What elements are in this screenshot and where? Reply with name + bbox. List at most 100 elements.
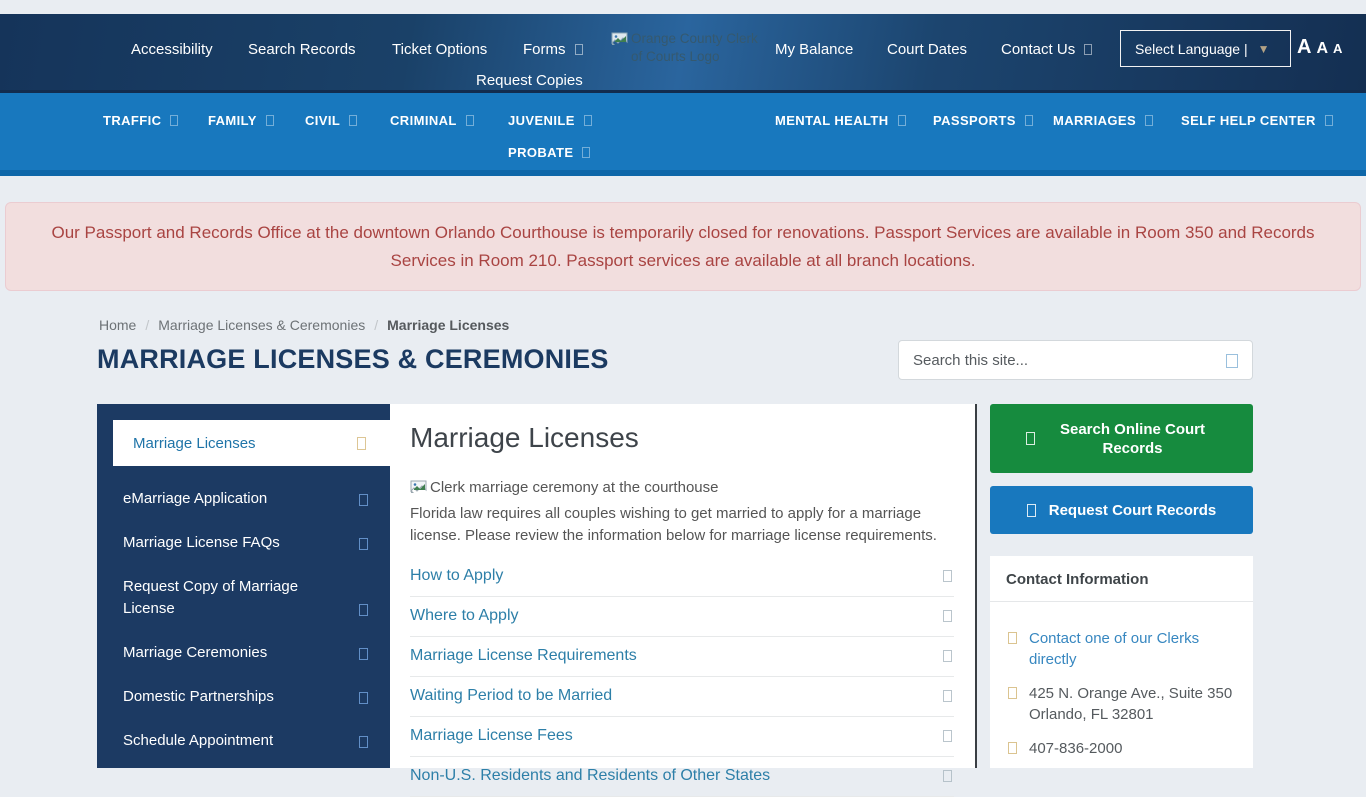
- page-title: MARRIAGE LICENSES & CEREMONIES: [97, 344, 609, 375]
- top-utility-bar: Accessibility Search Records Ticket Opti…: [0, 14, 1366, 93]
- accordion-link[interactable]: Marriage License Fees: [410, 727, 573, 745]
- primary-nav: TRAFFIC FAMILY CIVIL CRIMINAL JUVENILE P…: [0, 93, 1366, 176]
- nav-juvenile-label: JUVENILE: [508, 113, 575, 128]
- nav-search-records[interactable]: Search Records: [248, 41, 356, 58]
- sidebar-item-label: Schedule Appointment: [123, 730, 273, 752]
- nav-traffic-label: TRAFFIC: [103, 113, 161, 128]
- accordion-how-to-apply[interactable]: How to Apply: [410, 557, 954, 597]
- nav-my-balance[interactable]: My Balance: [775, 41, 853, 58]
- contact-information-card: Contact Information Contact one of our C…: [990, 556, 1253, 768]
- nav-traffic[interactable]: TRAFFIC: [103, 113, 178, 128]
- contact-card-header: Contact Information: [990, 556, 1253, 602]
- sidebar-item-emarriage-application[interactable]: eMarriage Application: [97, 488, 390, 510]
- accordion-license-fees[interactable]: Marriage License Fees: [410, 717, 954, 757]
- breadcrumb-parent[interactable]: Marriage Licenses & Ceremonies: [158, 317, 365, 333]
- alert-banner: Our Passport and Records Office at the d…: [5, 202, 1361, 291]
- accordion-non-us-residents[interactable]: Non-U.S. Residents and Residents of Othe…: [410, 757, 954, 797]
- button-label: Search Online Court Records: [1048, 420, 1218, 458]
- accordion-link[interactable]: Non-U.S. Residents and Residents of Othe…: [410, 767, 770, 785]
- nav-court-dates[interactable]: Court Dates: [887, 41, 967, 58]
- contact-address-item: 425 N. Orange Ave., Suite 350Orlando, FL…: [1008, 683, 1239, 725]
- accordion-link[interactable]: Marriage License Requirements: [410, 647, 637, 665]
- nav-passports-label: PASSPORTS: [933, 113, 1016, 128]
- sidebar-item-marriage-ceremonies[interactable]: Marriage Ceremonies: [97, 642, 390, 664]
- expand-icon: [359, 494, 368, 506]
- expand-icon: [943, 610, 952, 622]
- sidebar-item-request-copy[interactable]: Request Copy of Marriage License: [97, 576, 390, 620]
- nav-accessibility[interactable]: Accessibility: [131, 41, 213, 58]
- nav-juvenile[interactable]: JUVENILE: [508, 113, 592, 128]
- sidebar-list: eMarriage Application Marriage License F…: [97, 466, 390, 752]
- sidebar-item-marriage-license-faqs[interactable]: Marriage License FAQs: [97, 532, 390, 554]
- nav-probate[interactable]: PROBATE: [508, 145, 590, 160]
- nav-civil-label: CIVIL: [305, 113, 340, 128]
- accordion-waiting-period[interactable]: Waiting Period to be Married: [410, 677, 954, 717]
- nav-self-help-label: SELF HELP CENTER: [1181, 113, 1316, 128]
- nav-family[interactable]: FAMILY: [208, 113, 274, 128]
- nav-ticket-options[interactable]: Ticket Options: [392, 41, 487, 58]
- dropdown-caret-icon: [582, 147, 590, 158]
- dropdown-caret-icon: [1145, 115, 1153, 126]
- intro-paragraph: Florida law requires all couples wishing…: [410, 503, 954, 547]
- nav-marriages[interactable]: MARRIAGES: [1053, 113, 1153, 128]
- accordion-link[interactable]: Where to Apply: [410, 607, 519, 625]
- nav-civil[interactable]: CIVIL: [305, 113, 357, 128]
- dropdown-caret-icon: [170, 115, 178, 126]
- sidebar-item-label: Marriage License FAQs: [123, 532, 280, 554]
- expand-icon: [943, 690, 952, 702]
- address-line-2: Orlando, FL 32801: [1029, 706, 1154, 723]
- sidebar-item-domestic-partnerships[interactable]: Domestic Partnerships: [97, 686, 390, 708]
- contact-address: 425 N. Orange Ave., Suite 350Orlando, FL…: [1029, 683, 1232, 725]
- search-online-court-records-button[interactable]: Search Online Court Records: [990, 404, 1253, 473]
- request-court-records-button[interactable]: Request Court Records: [990, 486, 1253, 534]
- nav-request-copies[interactable]: Request Copies: [476, 72, 583, 89]
- nav-contact-us-label: Contact Us: [1001, 41, 1075, 58]
- nav-mental-health[interactable]: MENTAL HEALTH: [775, 113, 906, 128]
- accordion-license-requirements[interactable]: Marriage License Requirements: [410, 637, 954, 677]
- contact-clerks-item: Contact one of our Clerks directly: [1008, 628, 1239, 670]
- contact-clerks-link[interactable]: Contact one of our Clerks directly: [1029, 628, 1229, 670]
- dropdown-caret-icon: [1025, 115, 1033, 126]
- accordion-link[interactable]: How to Apply: [410, 567, 503, 585]
- dropdown-caret-icon: [575, 44, 583, 55]
- site-logo[interactable]: Orange County Clerk of Courts Logo: [611, 30, 761, 66]
- accordion-list: How to Apply Where to Apply Marriage Lic…: [410, 557, 954, 797]
- search-input[interactable]: [899, 341, 1252, 379]
- document-icon: [1027, 504, 1036, 517]
- main-content: Marriage Licenses Clerk marriage ceremon…: [390, 404, 977, 768]
- language-selector[interactable]: Select Language | ▼: [1120, 30, 1291, 67]
- nav-forms-label: Forms: [523, 41, 566, 58]
- chevron-down-icon: ▼: [1258, 42, 1270, 56]
- nav-self-help-center[interactable]: SELF HELP CENTER: [1181, 113, 1333, 128]
- font-size-small-button[interactable]: A: [1333, 41, 1342, 56]
- nav-mental-health-label: MENTAL HEALTH: [775, 113, 889, 128]
- nav-criminal-label: CRIMINAL: [390, 113, 457, 128]
- expand-icon: [943, 570, 952, 582]
- sidebar-item-label: Marriage Ceremonies: [123, 642, 267, 664]
- expand-icon: [359, 692, 368, 704]
- font-size-controls: A A A: [1297, 36, 1342, 59]
- nav-criminal[interactable]: CRIMINAL: [390, 113, 474, 128]
- dropdown-caret-icon: [898, 115, 906, 126]
- accordion-where-to-apply[interactable]: Where to Apply: [410, 597, 954, 637]
- search-icon: [1026, 432, 1035, 445]
- logo-alt-text: Orange County Clerk of Courts Logo: [631, 30, 761, 66]
- contact-phone: 407-836-2000: [1029, 738, 1122, 759]
- accordion-link[interactable]: Waiting Period to be Married: [410, 687, 612, 705]
- nav-marriages-label: MARRIAGES: [1053, 113, 1136, 128]
- expand-icon: [359, 538, 368, 550]
- button-label: Request Court Records: [1049, 502, 1217, 519]
- nav-forms[interactable]: Forms: [523, 41, 583, 58]
- search-icon[interactable]: [1226, 354, 1238, 368]
- nav-passports[interactable]: PASSPORTS: [933, 113, 1033, 128]
- sidebar-item-marriage-licenses[interactable]: Marriage Licenses: [113, 420, 390, 466]
- font-size-large-button[interactable]: A: [1297, 36, 1311, 59]
- expand-icon: [943, 730, 952, 742]
- sidebar-item-label: Request Copy of Marriage License: [123, 576, 351, 620]
- sidebar-item-schedule-appointment[interactable]: Schedule Appointment: [97, 730, 390, 752]
- nav-contact-us[interactable]: Contact Us: [1001, 41, 1092, 58]
- expand-icon: [357, 437, 366, 450]
- font-size-medium-button[interactable]: A: [1316, 40, 1328, 58]
- breadcrumb-home[interactable]: Home: [99, 317, 136, 333]
- broken-image-icon: [611, 32, 628, 47]
